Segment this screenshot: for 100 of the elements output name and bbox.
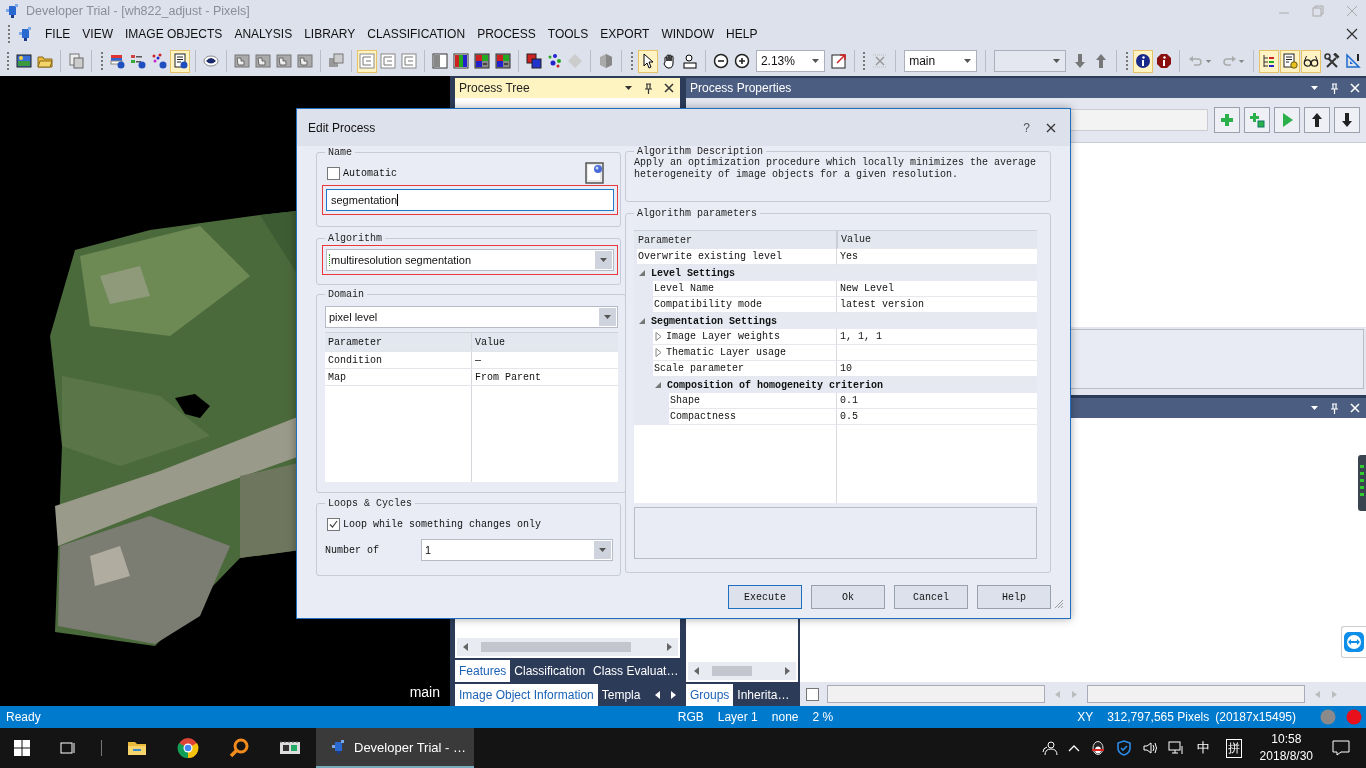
tools-icon [1324, 53, 1341, 69]
clock-time[interactable]: 10:58 [1271, 731, 1302, 748]
close-icon[interactable] [1346, 28, 1358, 40]
dialog-button[interactable]: Ok [811, 585, 885, 609]
people-icon[interactable] [1041, 740, 1058, 756]
right-arrow-icon[interactable] [666, 643, 672, 651]
left-arrow-icon[interactable] [694, 667, 700, 675]
scroll-thumb[interactable] [712, 666, 752, 676]
menu-item[interactable]: HELP [720, 27, 764, 41]
round-logo-icon[interactable] [177, 737, 199, 759]
zoom-in-icon [733, 53, 750, 69]
text-field[interactable] [1087, 685, 1305, 703]
toolbar-grip[interactable] [6, 51, 10, 71]
dialog-button[interactable]: Help [977, 585, 1051, 609]
tab[interactable]: Image Object Information [455, 684, 598, 706]
help-button[interactable]: ? [1023, 120, 1030, 135]
pin-icon[interactable] [644, 82, 653, 94]
chevron-up-icon[interactable] [1067, 744, 1080, 752]
tab[interactable]: Inherita… [733, 684, 794, 706]
image-icon [15, 53, 32, 69]
toolbar-button[interactable] [1334, 107, 1360, 133]
notification-icon[interactable] [1332, 740, 1350, 756]
text-field[interactable]: segmentation [326, 189, 614, 211]
close-icon[interactable] [664, 83, 674, 93]
collapsed-icon[interactable] [653, 345, 665, 361]
tab[interactable]: Groups [686, 684, 734, 706]
table-cell: Compactness [669, 409, 836, 425]
checkbox[interactable] [327, 517, 340, 531]
scroll-thumb[interactable] [481, 642, 631, 652]
status-text: 2 % [812, 710, 834, 724]
checkbox[interactable] [327, 166, 340, 180]
dropdown-icon[interactable] [1310, 85, 1319, 91]
shield-icon[interactable] [1115, 740, 1132, 756]
toolbar-button[interactable] [638, 49, 659, 73]
caret-icon [1237, 58, 1245, 64]
caret-icon [599, 257, 608, 263]
menu-item[interactable]: ANALYSIS [228, 27, 299, 41]
toolbar-button[interactable] [1301, 49, 1322, 73]
stacked-squares-icon [525, 53, 542, 69]
menu-item[interactable]: FILE [39, 27, 77, 41]
menu-item[interactable]: EXPORT [594, 27, 656, 41]
collapsed-icon[interactable] [653, 329, 665, 345]
contrast-icon [431, 53, 448, 69]
dropdown-icon[interactable] [1310, 405, 1319, 411]
tab[interactable]: Features [455, 660, 511, 682]
dialog-button[interactable]: Cancel [894, 585, 968, 609]
tab[interactable]: Class Evaluat… [589, 660, 683, 682]
media-icon[interactable] [279, 739, 301, 757]
dropdown-icon[interactable] [624, 85, 633, 91]
toolbar-button[interactable] [1304, 107, 1330, 133]
table-cell: Condition [325, 352, 472, 368]
taskbar-button[interactable]: Developer Trial - … [316, 728, 474, 768]
menu-item[interactable]: VIEW [76, 27, 119, 41]
text-field[interactable] [827, 685, 1045, 703]
column-header[interactable]: Parameter [325, 333, 472, 351]
status-text: 312,797,565 Pixels [1107, 710, 1210, 724]
dropdown[interactable]: 2.13% [755, 50, 825, 72]
dropdown[interactable]: pixel level [325, 306, 618, 328]
side-tab[interactable] [1341, 626, 1366, 658]
dropdown[interactable]: multiresolution segmentation [326, 249, 614, 271]
toolbar-grip[interactable] [7, 24, 11, 44]
checkbox[interactable] [806, 687, 819, 701]
arrow-up-icon [1309, 112, 1325, 128]
resize-grip-icon[interactable] [1054, 599, 1064, 609]
menu-item[interactable]: CLASSIFICATION [361, 27, 472, 41]
scrollbar[interactable] [455, 636, 680, 658]
dialog-button[interactable]: Execute [728, 585, 802, 609]
checkbox-label[interactable]: Automatic [343, 167, 397, 179]
column-header[interactable]: Value [472, 333, 618, 351]
menu-item[interactable]: LIBRARY [298, 27, 362, 41]
toolbar-button[interactable] [170, 49, 191, 73]
app-icon [4, 3, 20, 19]
toolbar-button[interactable] [1132, 49, 1153, 73]
menu-item[interactable]: IMAGE OBJECTS [119, 27, 229, 41]
menu-item[interactable]: WINDOW [655, 27, 721, 41]
dropdown[interactable]: 1 [421, 539, 613, 561]
tab[interactable]: Classification [510, 660, 590, 682]
clock-date[interactable]: 2018/8/30 [1259, 748, 1313, 765]
left-arrow-icon[interactable] [463, 643, 469, 651]
close-icon[interactable] [1046, 122, 1056, 133]
speaker-icon[interactable] [1141, 740, 1158, 756]
group-label: Algorithm parameters [636, 208, 759, 219]
dropdown[interactable]: main [904, 50, 977, 72]
caret-icon [962, 58, 972, 64]
tab[interactable]: Templa [597, 684, 645, 706]
menu-item[interactable]: TOOLS [541, 27, 595, 41]
side-handle[interactable] [1358, 455, 1366, 511]
task-view-icon[interactable] [60, 740, 76, 756]
input-mode-label[interactable]: 拼 [1225, 738, 1242, 758]
checkbox-label[interactable]: Loop while something changes only [343, 518, 542, 530]
windows-icon[interactable] [14, 740, 30, 756]
folder-icon[interactable] [127, 739, 147, 757]
document-icon[interactable] [585, 162, 605, 184]
network-icon[interactable] [1167, 740, 1184, 756]
tray-app-icon[interactable] [1089, 740, 1106, 756]
magnifier-icon[interactable] [229, 738, 249, 758]
right-arrow-icon[interactable] [784, 667, 790, 675]
input-method-label[interactable]: 中 [1196, 739, 1210, 757]
scrollbar[interactable] [686, 660, 798, 682]
menu-item[interactable]: PROCESS [471, 27, 542, 41]
